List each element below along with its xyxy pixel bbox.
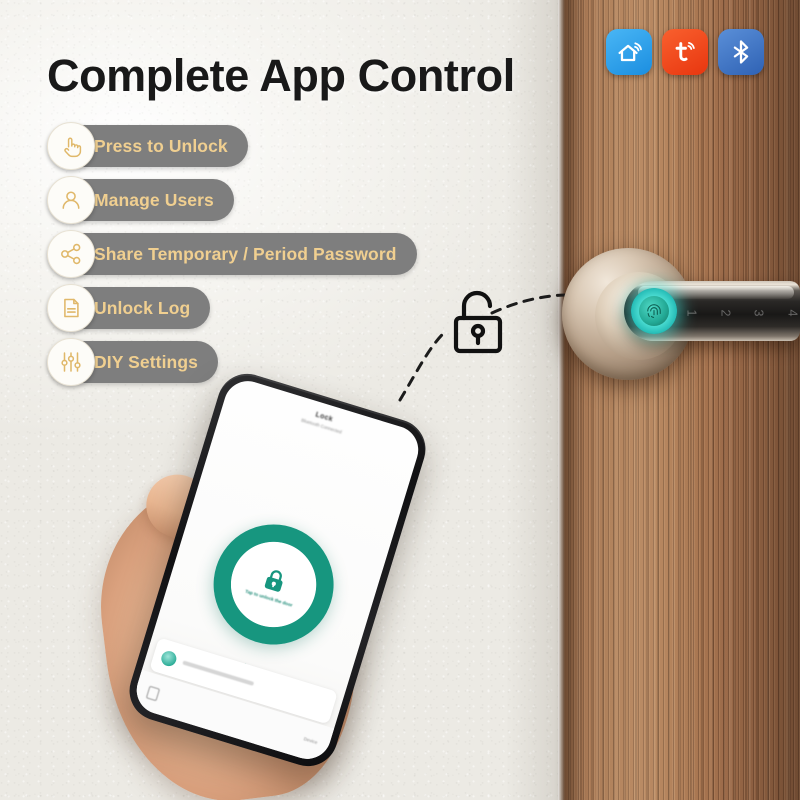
app-header: Lock Bluetooth Connected — [225, 385, 422, 458]
navbar-label: Device — [303, 735, 319, 745]
battery-icon — [145, 685, 161, 701]
feature-list: Press to Unlock Manage Users Share Tempo… — [47, 122, 417, 395]
product-marketing-image: Complete App Control Press to Unlock Man… — [0, 0, 800, 800]
hand-holding-phone: Lock Bluetooth Connected Tap to unlock t… — [86, 366, 500, 800]
feature-manage-users[interactable]: Manage Users — [47, 176, 234, 224]
keypad-digit[interactable]: 3 — [752, 310, 766, 317]
feature-row: Manage Users — [47, 176, 417, 233]
feature-label: Manage Users — [94, 189, 214, 210]
wooden-door — [558, 0, 800, 800]
app-subtitle: Bluetooth Connected — [300, 417, 343, 435]
share-nodes-icon — [47, 230, 95, 278]
smartphone: Lock Bluetooth Connected Tap to unlock t… — [122, 366, 433, 774]
feature-label: Unlock Log — [94, 297, 191, 318]
user-icon — [47, 176, 95, 224]
feature-unlock-log[interactable]: Unlock Log — [47, 284, 211, 332]
feature-label: Share Temporary / Period Password — [94, 243, 397, 264]
app-compatibility-badges — [606, 29, 764, 75]
feature-press-to-unlock[interactable]: Press to Unlock — [47, 122, 248, 170]
feature-row: Share Temporary / Period Password — [47, 230, 417, 287]
unlock-button[interactable]: Tap to unlock the door — [198, 509, 349, 660]
phone-screen[interactable]: Lock Bluetooth Connected Tap to unlock t… — [130, 375, 425, 765]
feature-diy-settings[interactable]: DIY Settings — [47, 338, 218, 386]
door-edge-highlight — [558, 0, 565, 800]
tuya-app-badge[interactable] — [662, 29, 708, 75]
keypad-digit[interactable]: 2 — [718, 310, 732, 317]
feature-row: Unlock Log — [47, 284, 417, 341]
keypad-digit[interactable]: 4 — [785, 310, 799, 317]
tuya-t-wifi-icon — [675, 42, 695, 62]
device-name-placeholder — [182, 660, 255, 686]
lock-keypad[interactable]: 1 2 3 4 — [684, 296, 799, 330]
fingerprint-icon — [639, 296, 669, 326]
bluetooth-badge[interactable] — [718, 29, 764, 75]
document-icon — [47, 284, 95, 332]
tap-hand-icon — [47, 122, 95, 170]
feature-row: Press to Unlock — [47, 122, 417, 179]
smart-door-lock: 1 2 3 4 — [552, 246, 800, 386]
sliders-icon — [47, 338, 95, 386]
door-sheen — [558, 0, 800, 800]
feature-label: Press to Unlock — [94, 135, 228, 156]
feature-share-password[interactable]: Share Temporary / Period Password — [47, 230, 417, 278]
padlock-closed-icon — [264, 569, 283, 592]
app-title: Lock — [314, 411, 334, 424]
smart-life-app-badge[interactable] — [606, 29, 652, 75]
feature-label: DIY Settings — [94, 351, 198, 372]
keypad-digit[interactable]: 1 — [684, 310, 698, 317]
lock-device-icon — [159, 648, 179, 668]
fingerprint-sensor[interactable] — [631, 288, 677, 334]
house-wifi-icon — [618, 42, 642, 62]
unlock-button-core: Tap to unlock the door — [220, 531, 326, 637]
bluetooth-icon — [733, 40, 749, 64]
page-title: Complete App Control — [47, 50, 515, 101]
